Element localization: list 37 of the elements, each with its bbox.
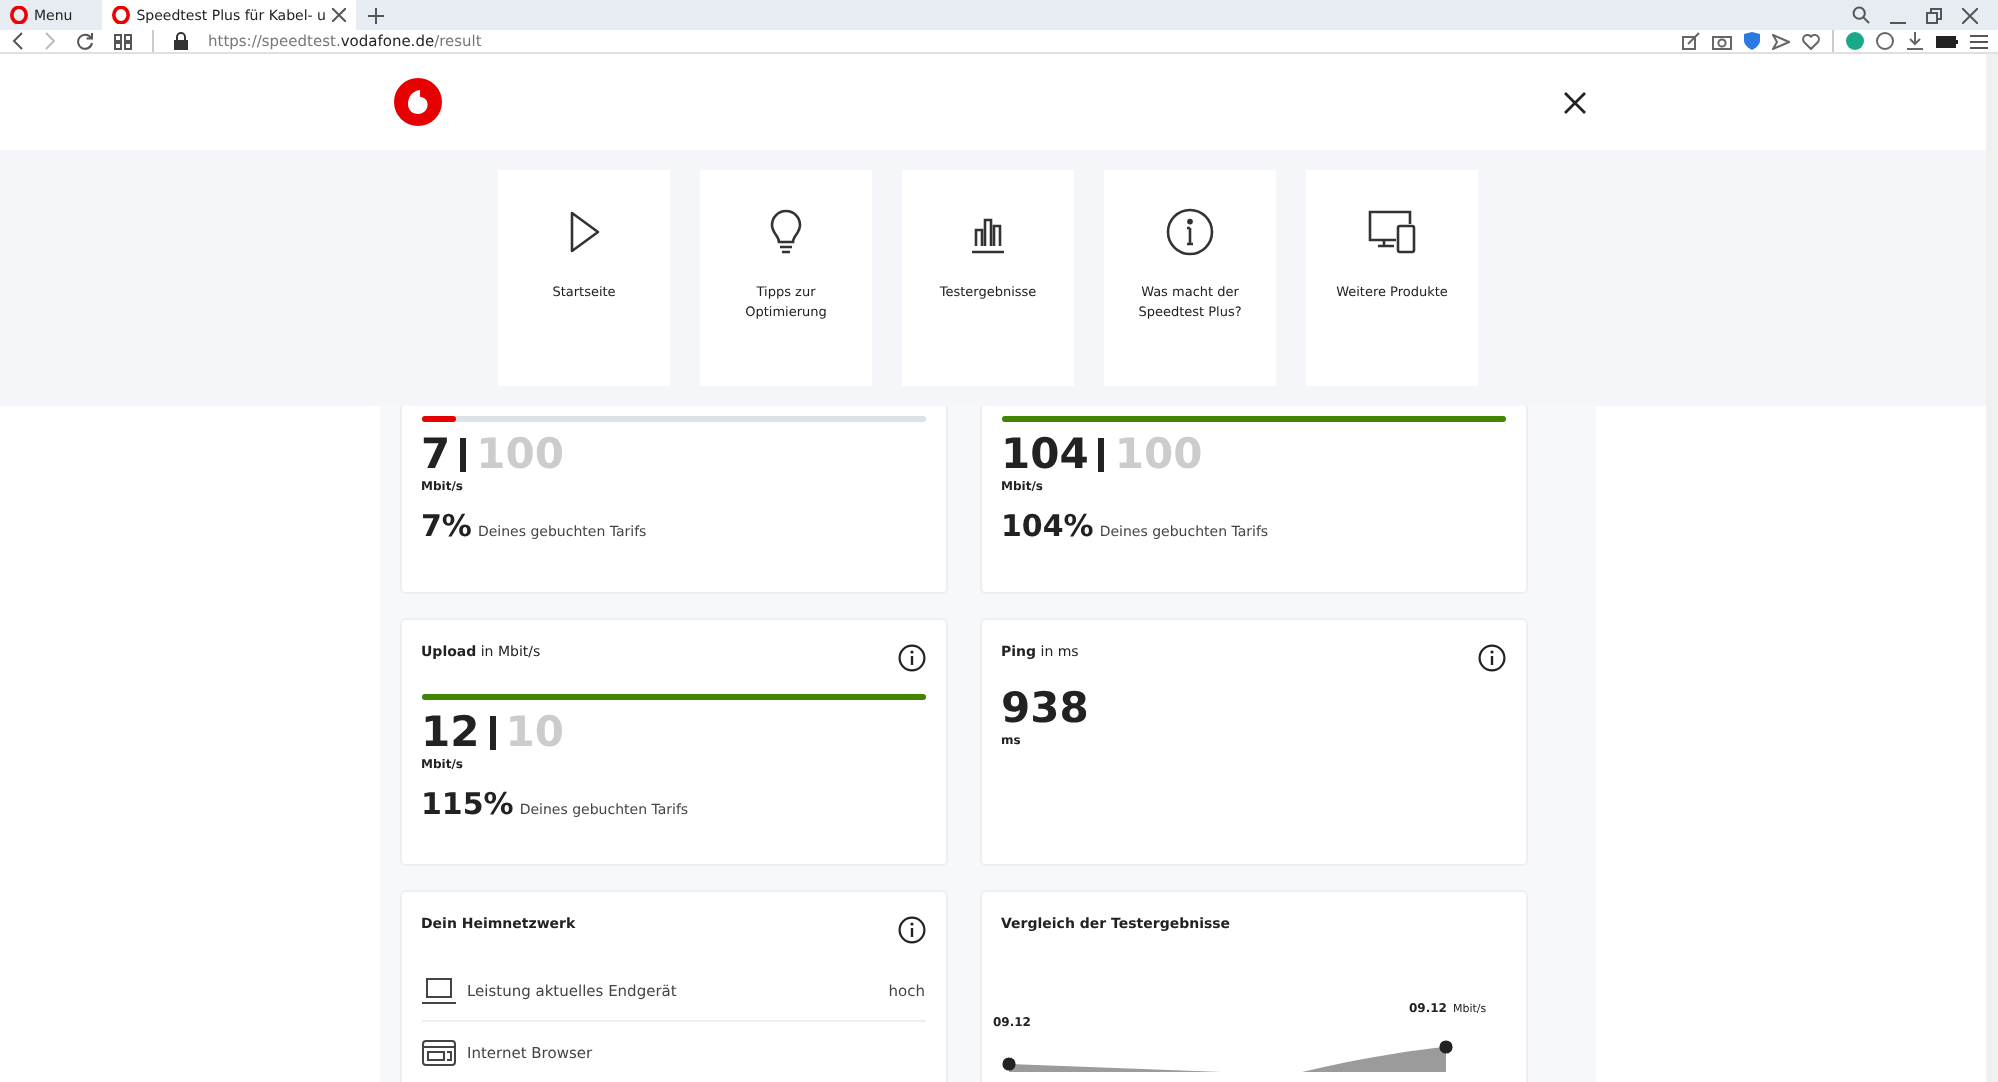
lock-icon (174, 32, 188, 50)
opera-logo-icon (10, 6, 28, 24)
logo-icon[interactable] (394, 78, 442, 126)
profile-icon[interactable] (1846, 32, 1864, 50)
search-icon[interactable] (1852, 6, 1870, 24)
grid-icon[interactable] (114, 33, 132, 49)
info-icon[interactable] (1477, 644, 1505, 672)
heart-icon[interactable] (1802, 33, 1820, 49)
edit-icon[interactable] (1682, 32, 1700, 50)
camera-icon[interactable] (1712, 33, 1732, 49)
battery-icon[interactable] (1936, 35, 1958, 47)
info-icon (1166, 208, 1214, 256)
back-icon[interactable] (12, 32, 24, 50)
opera-logo-icon (112, 6, 131, 24)
close-icon[interactable] (1564, 91, 1586, 113)
info-icon[interactable] (897, 644, 925, 672)
send-icon[interactable] (1772, 33, 1790, 49)
speed-value: 104 (1001, 434, 1089, 476)
new-tab-icon[interactable] (367, 7, 384, 23)
percent-value: 7% (421, 508, 472, 544)
shield-icon[interactable] (1744, 32, 1760, 50)
percent-value: 115% (421, 786, 514, 822)
menu-icon[interactable] (1970, 33, 1988, 49)
browser-window-icon (421, 1039, 455, 1065)
reload-icon[interactable] (76, 32, 94, 50)
download-icon[interactable] (1906, 32, 1924, 50)
ping-value: 938 (1001, 688, 1089, 730)
speed-value: 12 (421, 712, 480, 754)
scrollbar[interactable] (1986, 54, 1998, 1082)
laptop-icon (421, 977, 455, 1003)
close-icon[interactable] (331, 8, 346, 22)
restore-icon[interactable] (1926, 7, 1942, 23)
speed-value: 7 (421, 434, 451, 476)
info-icon[interactable] (897, 916, 925, 944)
percent-value: 104% (1001, 508, 1094, 544)
close-icon[interactable] (1962, 7, 1978, 23)
devices-icon (1368, 208, 1416, 256)
